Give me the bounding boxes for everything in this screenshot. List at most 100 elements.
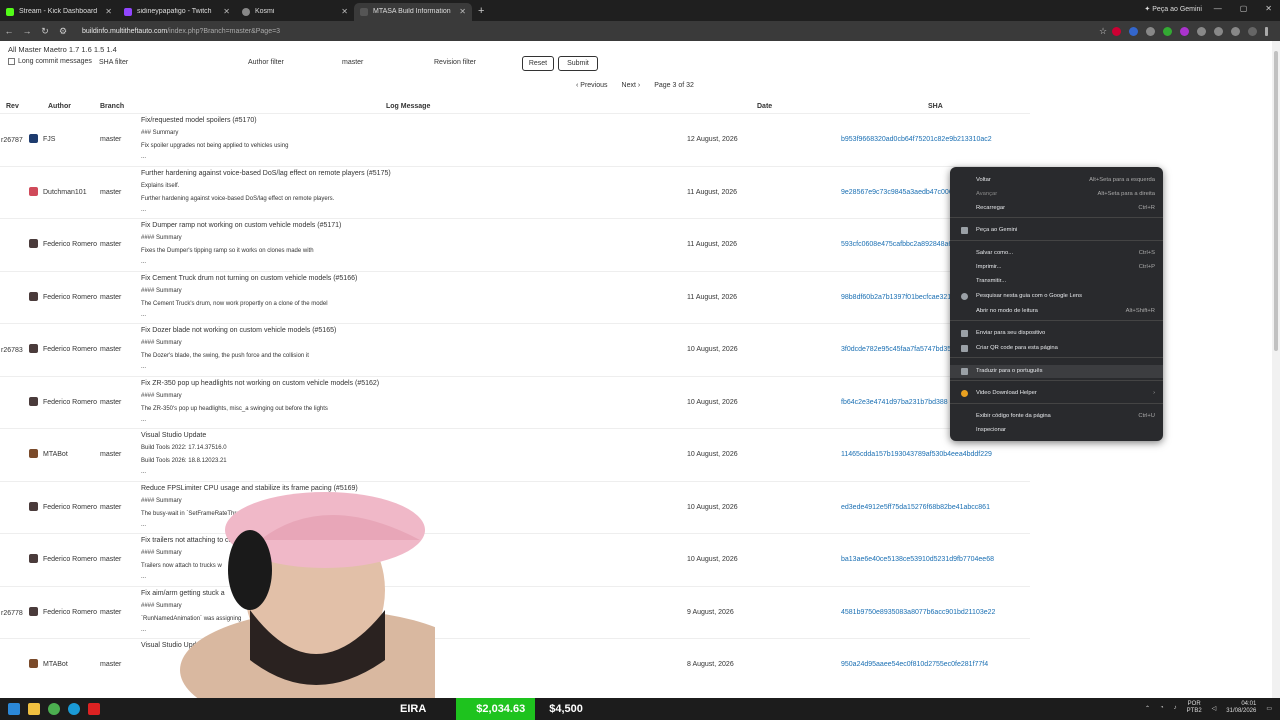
next-link[interactable]: Next › [622,82,641,89]
app-icon[interactable] [88,703,100,715]
long-commit-checkbox[interactable]: Long commit messages [8,58,92,65]
minimize-icon[interactable]: — [1214,4,1222,13]
maximize-icon[interactable]: ▢ [1240,4,1248,13]
avatar [29,659,38,668]
sha-link[interactable]: ed3ede4912e5ff75da15276f68b82be41abcc861 [841,504,990,511]
puzzle-icon[interactable] [1231,26,1240,36]
extension-icon[interactable] [1197,26,1206,36]
notification-icon[interactable]: ▭ [1266,705,1272,712]
volume-icon[interactable]: ♪ [1174,705,1177,711]
sha-filter-label[interactable]: SHA filter [99,59,128,66]
commit-line: Build Tools 2026: 18.8.12023.21 [141,458,227,464]
lens-icon [961,292,968,300]
close-icon[interactable]: ✕ [105,7,112,16]
scrollbar-thumb[interactable] [1274,51,1278,351]
close-icon[interactable]: ✕ [459,7,466,16]
menu-item[interactable]: Voltar Alt+Seta para a esquerda [976,175,1155,185]
language-indicator[interactable]: POR PTB2 [1187,701,1202,715]
menu-item[interactable]: Criar QR code para esta página [976,343,1155,353]
window-controls: — ▢ ✕ [1214,4,1272,13]
menu-item[interactable]: Peça ao Gemini [976,225,1155,235]
start-icon[interactable] [8,703,20,715]
reset-button[interactable]: Reset [522,56,554,71]
date-cell: 10 August, 2026 [687,398,738,406]
send-device-icon [961,329,968,337]
profile-avatar[interactable] [1248,26,1257,36]
sha-link[interactable]: ba13ae6e40ce5138ce53910d5231d9fb7704ee68 [841,556,994,563]
close-icon[interactable]: ✕ [341,7,348,16]
sha-link[interactable]: 11465cdda157b193043789af530b4eea4bddf229 [841,451,992,458]
sha-link[interactable]: 950a24d95aaee54ec0f810d2755ec0fe281f77f4 [841,661,988,668]
pagination: ‹ Previous Next › Page 3 of 32 [576,82,694,89]
author-filter-label[interactable]: Author filter [248,59,284,66]
site-info-icon[interactable]: ⚙ [54,26,72,37]
revision-filter-label[interactable]: Revision filter [434,59,476,66]
webcam-overlay [100,470,435,698]
tab-twitch[interactable]: sidineypapafigo - Twitch ✕ [118,3,236,21]
close-window-icon[interactable]: ✕ [1265,4,1272,13]
extension-icon[interactable] [1112,26,1121,36]
extension-icon[interactable] [1146,26,1155,36]
menu-item[interactable]: Imprimir... Ctrl+P [976,262,1155,272]
chevron-up-icon[interactable]: ⌃ [1145,705,1150,712]
avatar [29,134,38,143]
clock[interactable]: 04:01 31/08/2026 [1226,701,1256,715]
sha-link[interactable]: fb64c2e3e4741d97ba231b7bd388 [841,399,948,406]
menu-item[interactable]: Inspecionar [976,425,1155,435]
extension-icon[interactable] [1214,26,1223,36]
bookmark-star-icon[interactable]: ☆ [1094,26,1112,37]
extension-icon[interactable] [1180,26,1189,36]
sha-link[interactable]: 593cfc0608e475cafbbc2a892848a6 [841,241,952,248]
url-field[interactable]: buildinfo.multitheftauto.com/index.php?B… [82,28,1094,35]
forward-icon[interactable]: → [18,26,36,36]
branch-cell: master [100,188,122,196]
menu-separator [950,240,1163,241]
commit-line: ... [141,416,147,423]
table-row: Dutchman101 master Further hardening again… [0,165,1030,219]
menu-item[interactable]: Avançar Alt+Seta para a direita [976,189,1155,199]
page-icon [360,7,368,16]
menu-item[interactable]: Video Download Helper › [976,388,1155,398]
menu-item[interactable]: Abrir no modo de leitura Alt+Shift+R [976,306,1155,316]
previous-link[interactable]: ‹ Previous [576,82,608,89]
menu-item[interactable]: Pesquisar nesta guia com o Google Lens [976,291,1155,301]
tab-kosmi[interactable]: Kosmi ✕ [236,3,354,21]
menu-item[interactable]: Traduzir para o português [976,366,1155,376]
back-icon[interactable]: ← [0,26,18,36]
menu-item[interactable]: Transmitir... [976,276,1155,286]
avatar [29,186,38,196]
sha-link[interactable]: 9e28567e9c73c9845a3aedb47c0063 [841,189,957,196]
col-rev: Rev [6,103,19,110]
wifi-icon[interactable]: ◔ [1160,705,1164,711]
close-icon[interactable]: ✕ [223,7,230,16]
commit-title: Further hardening against voice-based Do… [141,169,391,177]
date-cell: 11 August, 2026 [687,293,738,301]
commit-line: Explains itself. [141,182,180,189]
new-tab-button[interactable]: + [478,5,484,17]
edge-icon[interactable] [68,703,80,715]
branch-field[interactable]: master [342,59,363,66]
extension-icon[interactable] [1129,26,1138,36]
folder-icon[interactable] [28,703,40,715]
commit-title: Fix Dozer blade not working on custom ve… [141,327,337,334]
submit-button[interactable]: Submit [558,56,598,71]
sha-link[interactable]: 3f0dcde782e95c45faa7fa5747bd35 [841,346,951,353]
extension-icon[interactable] [1163,26,1172,36]
table-row: r26787 FJS master Fix/requested model spoil… [0,113,1030,166]
menu-item[interactable]: Enviar para seu dispositivo [976,328,1155,338]
sha-link[interactable]: 98b8df60b2a7b1397f01becfcae321 [841,294,951,301]
sha-link[interactable]: b953f9668320ad0cb64f75201c82e9b213310ac2 [841,136,992,143]
commit-line: The Cement Truck's drum, now work proper… [141,300,328,307]
page-scrollbar[interactable] [1272,41,1280,698]
menu-icon[interactable] [1265,26,1268,36]
gemini-button[interactable]: ✦ Peça ao Gemini [1144,5,1202,13]
tab-kick[interactable]: Stream - Kick Dashboard ✕ [0,3,118,21]
speaker-icon[interactable]: ◁ [1212,705,1217,712]
menu-item[interactable]: Exibir código fonte da página Ctrl+U [976,411,1155,421]
menu-item[interactable]: Salvar como... Ctrl+S [976,248,1155,258]
reload-icon[interactable]: ↻ [36,26,54,37]
menu-item[interactable]: Recarregar Ctrl+R [976,203,1155,213]
tab-mtasa[interactable]: MTASA Build Information ✕ [354,2,472,21]
chrome-icon[interactable] [48,703,60,715]
sha-link[interactable]: 4581b9750e8935083a8077b6acc901bd21103e22 [841,609,995,616]
